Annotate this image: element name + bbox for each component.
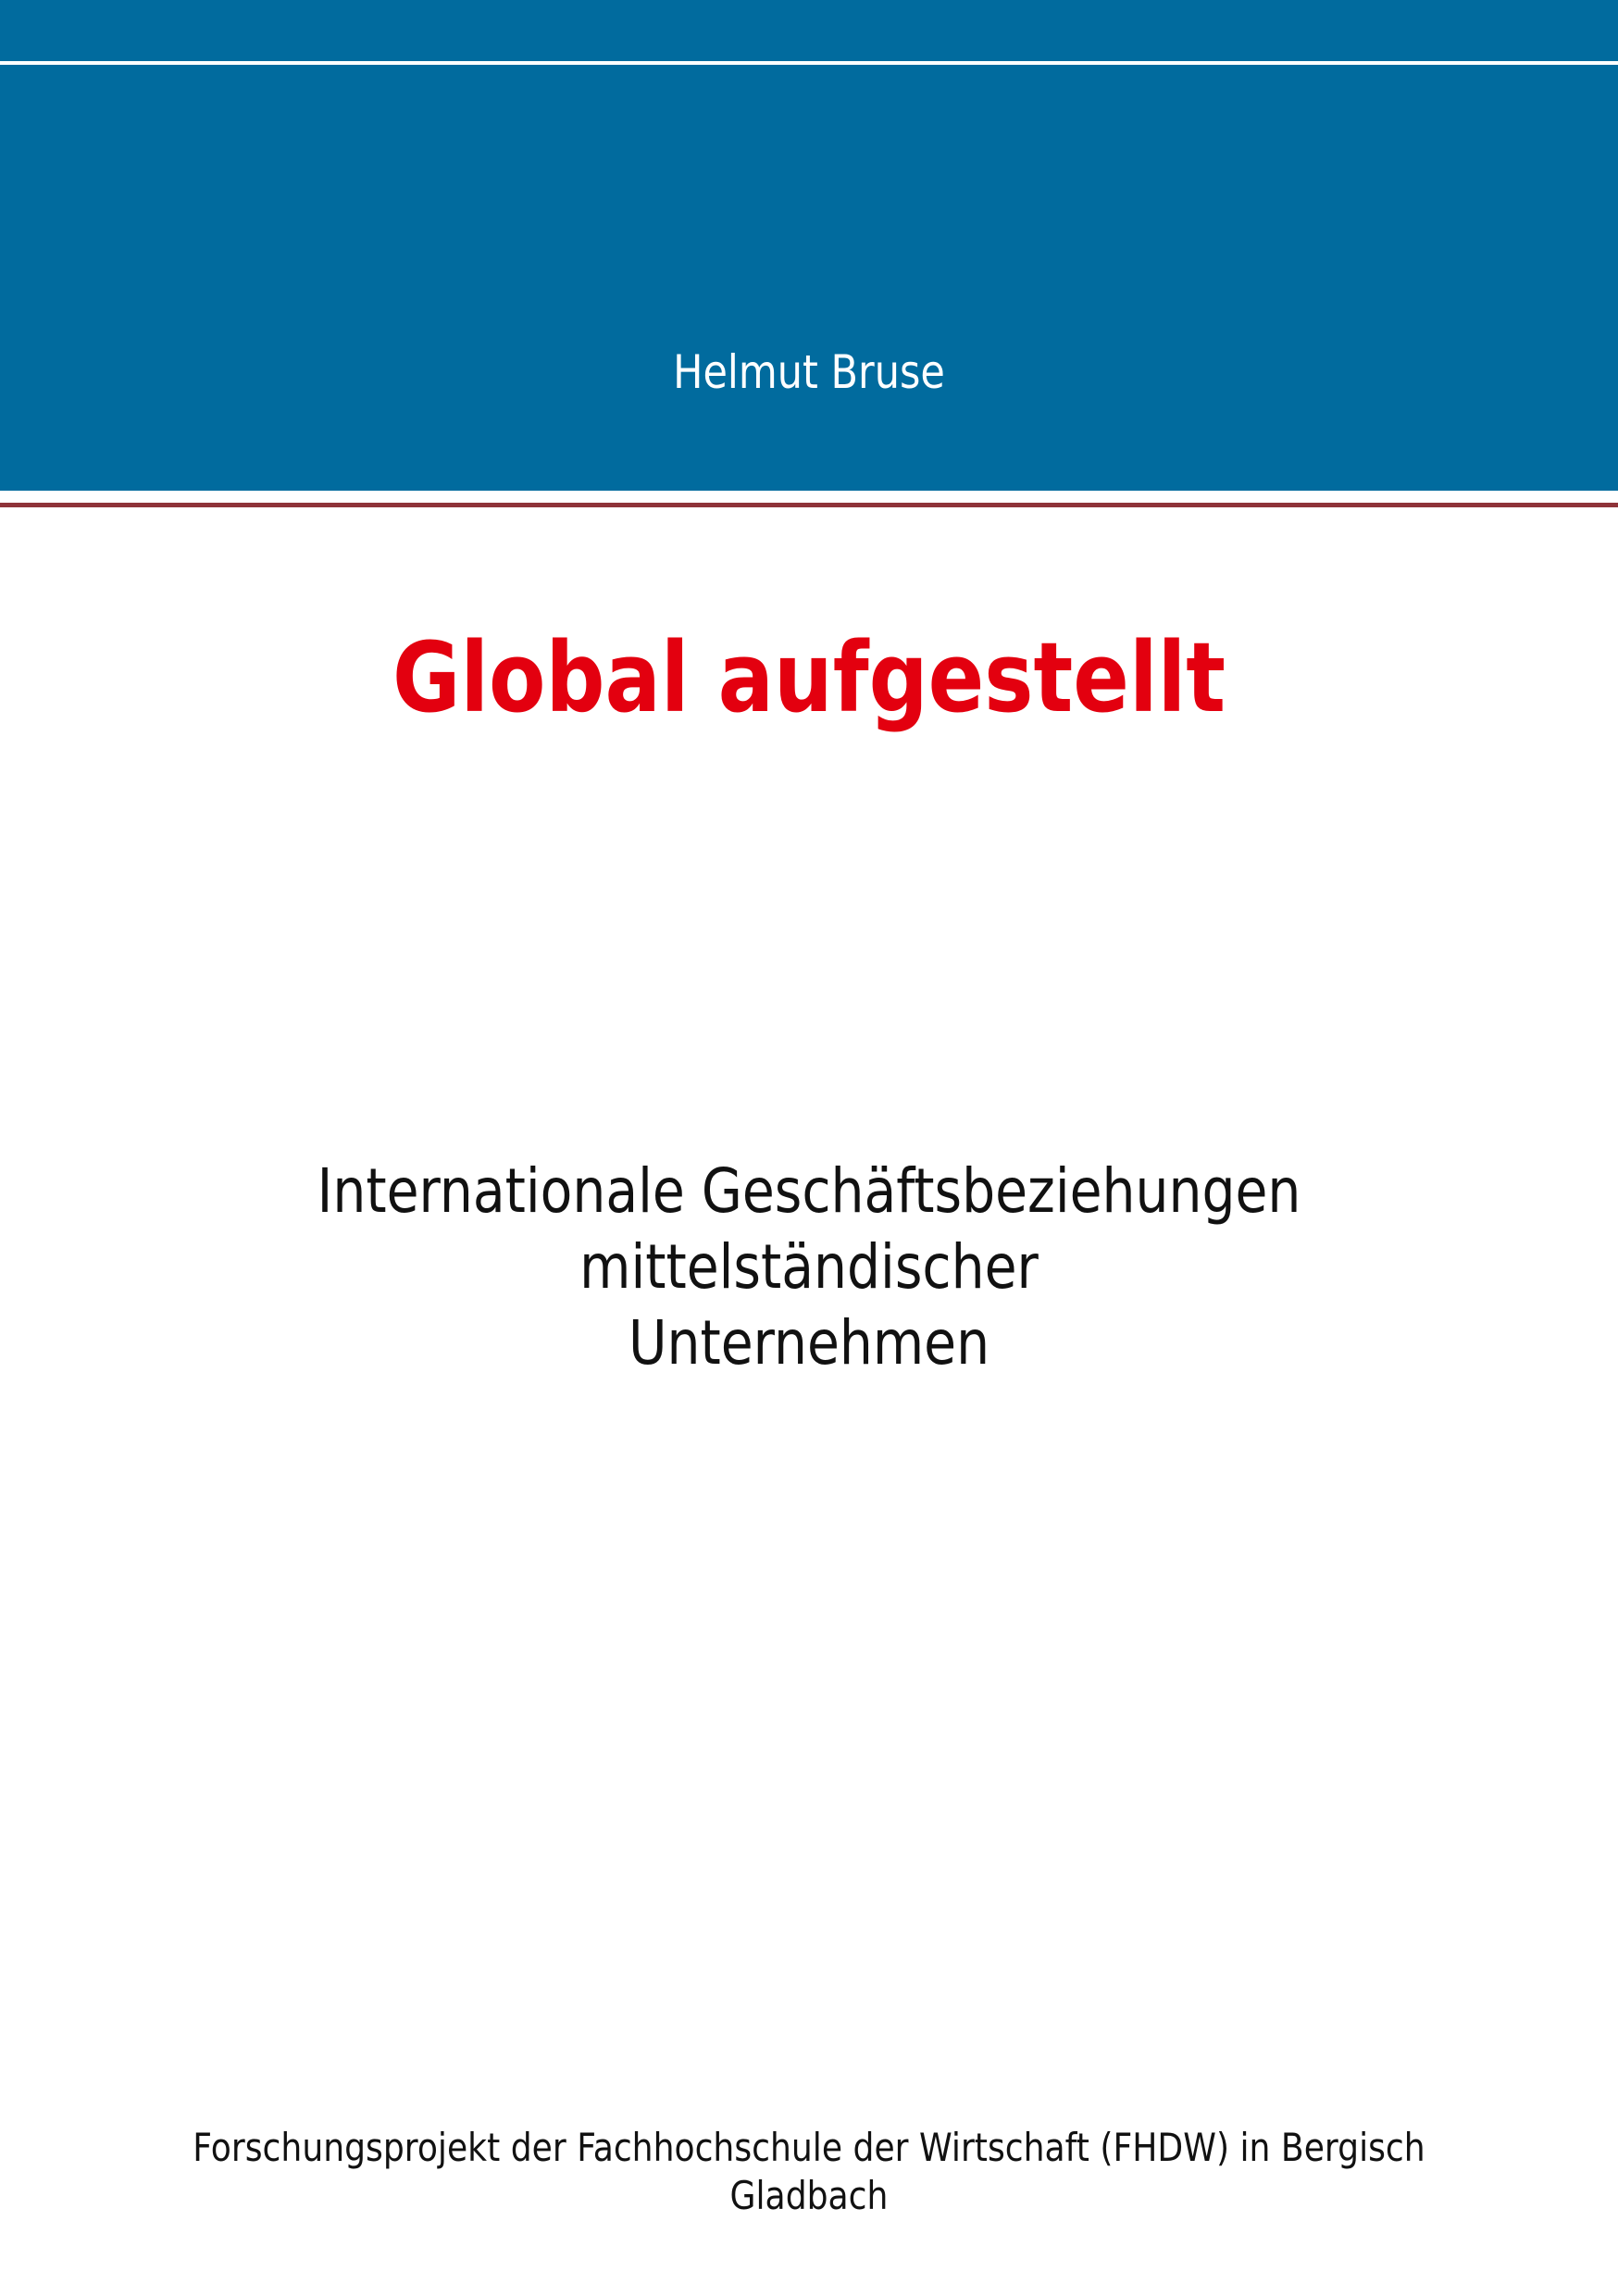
book-subtitle: Internationale Geschäftsbeziehungen mitt…: [145, 1154, 1473, 1381]
project-note: Forschungsprojekt der Fachhochschule der…: [193, 2125, 1425, 2218]
book-cover: Helmut Bruse Global aufgestellt Internat…: [0, 0, 1618, 2296]
author-name: Helmut Bruse: [673, 345, 945, 399]
subtitle-line-1: Internationale Geschäftsbeziehungen mitt…: [317, 1155, 1301, 1303]
subtitle-line-2: Unternehmen: [628, 1307, 990, 1379]
header-divider: [0, 503, 1618, 507]
header-top-rule: [0, 61, 1618, 65]
book-title: Global aufgestellt: [392, 621, 1226, 734]
header-band: [0, 0, 1618, 491]
